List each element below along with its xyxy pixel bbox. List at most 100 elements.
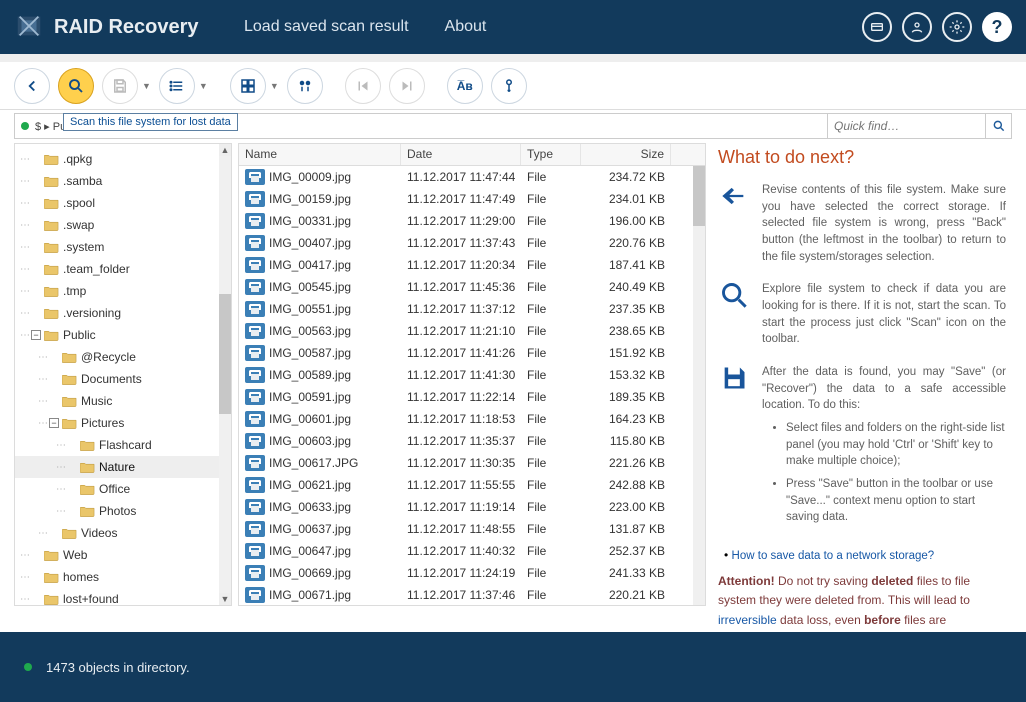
tree-item[interactable]: ⋯.swap (15, 214, 231, 236)
find-button[interactable] (287, 68, 323, 104)
tree-item[interactable]: ⋯.versioning (15, 302, 231, 324)
tree-item[interactable]: ⋯homes (15, 566, 231, 588)
tree-item-label: .swap (63, 218, 94, 232)
file-type: File (521, 192, 581, 206)
folder-icon (62, 417, 77, 429)
file-row[interactable]: IMG_00417.jpg11.12.2017 11:20:34File187.… (239, 254, 705, 276)
header-icon-help[interactable]: ? (982, 12, 1012, 42)
file-row[interactable]: IMG_00407.jpg11.12.2017 11:37:43File220.… (239, 232, 705, 254)
menu-about[interactable]: About (445, 18, 487, 36)
header-icon-license[interactable] (862, 12, 892, 42)
file-row[interactable]: IMG_00633.jpg11.12.2017 11:19:14File223.… (239, 496, 705, 518)
filelist-scroll-thumb[interactable] (693, 166, 705, 226)
folder-icon (44, 307, 59, 319)
tree-item-label: Documents (81, 372, 142, 386)
tree-item[interactable]: ⋯.tmp (15, 280, 231, 302)
file-row[interactable]: IMG_00591.jpg11.12.2017 11:22:14File189.… (239, 386, 705, 408)
file-row[interactable]: IMG_00589.jpg11.12.2017 11:41:30File153.… (239, 364, 705, 386)
tree-item[interactable]: ⋯Web (15, 544, 231, 566)
tree-item[interactable]: ⋯.spool (15, 192, 231, 214)
tree-scroll-thumb[interactable] (219, 294, 231, 414)
encoding-button[interactable]: A̅ʙ (447, 68, 483, 104)
file-row[interactable]: IMG_00669.jpg11.12.2017 11:24:19File241.… (239, 562, 705, 584)
tree-item[interactable]: ⋯Nature (15, 456, 231, 478)
file-date: 11.12.2017 11:47:44 (401, 170, 521, 184)
tree-scrollbar[interactable]: ▲ ▼ (219, 144, 231, 605)
file-row[interactable]: IMG_00671.jpg11.12.2017 11:37:46File220.… (239, 584, 705, 605)
file-row[interactable]: IMG_00617.JPG11.12.2017 11:30:35File221.… (239, 452, 705, 474)
image-file-icon (245, 235, 265, 251)
menu-load-result[interactable]: Load saved scan result (244, 18, 409, 36)
tree-item[interactable]: ⋯Office (15, 478, 231, 500)
list-mode-button[interactable] (159, 68, 195, 104)
file-name: IMG_00601.jpg (269, 412, 401, 426)
file-name: IMG_00603.jpg (269, 434, 401, 448)
file-name: IMG_00633.jpg (269, 500, 401, 514)
col-header-name[interactable]: Name (239, 144, 401, 165)
tree-item[interactable]: ⋯Videos (15, 522, 231, 544)
list-mode-dropdown-icon[interactable]: ▼ (199, 81, 208, 91)
header-icon-user[interactable] (902, 12, 932, 42)
quick-find-input[interactable] (834, 119, 979, 133)
file-row[interactable]: IMG_00647.jpg11.12.2017 11:40:32File252.… (239, 540, 705, 562)
help-panel: What to do next? Revise contents of this… (712, 143, 1012, 606)
tree-item-label: Nature (99, 460, 135, 474)
file-row[interactable]: IMG_00545.jpg11.12.2017 11:45:36File240.… (239, 276, 705, 298)
file-list-header: Name Date Type Size (239, 144, 705, 166)
filter-button[interactable] (491, 68, 527, 104)
tree-item[interactable]: ⋯−Public (15, 324, 231, 346)
tree-item[interactable]: ⋯Flashcard (15, 434, 231, 456)
save-icon (718, 364, 750, 396)
file-row[interactable]: IMG_00587.jpg11.12.2017 11:41:26File151.… (239, 342, 705, 364)
tree-item[interactable]: ⋯−Pictures (15, 412, 231, 434)
tree-item[interactable]: ⋯Documents (15, 368, 231, 390)
file-type: File (521, 544, 581, 558)
file-date: 11.12.2017 11:35:37 (401, 434, 521, 448)
tree-item[interactable]: ⋯@Recycle (15, 346, 231, 368)
folder-icon (62, 373, 77, 385)
file-row[interactable]: IMG_00551.jpg11.12.2017 11:37:12File237.… (239, 298, 705, 320)
save-dropdown-icon[interactable]: ▼ (142, 81, 151, 91)
col-header-type[interactable]: Type (521, 144, 581, 165)
folder-icon (44, 197, 59, 209)
file-size: 220.76 KB (581, 236, 671, 250)
col-header-date[interactable]: Date (401, 144, 521, 165)
file-row[interactable]: IMG_00009.jpg11.12.2017 11:47:44File234.… (239, 166, 705, 188)
file-date: 11.12.2017 11:37:46 (401, 588, 521, 602)
image-file-icon (245, 345, 265, 361)
file-date: 11.12.2017 11:41:30 (401, 368, 521, 382)
tree-item[interactable]: ⋯Photos (15, 500, 231, 522)
help-link[interactable]: How to save data to a network storage? (732, 550, 935, 562)
tree-scroll-down-icon[interactable]: ▼ (219, 593, 231, 605)
tree-item[interactable]: ⋯lost+found (15, 588, 231, 606)
grid-view-button[interactable] (230, 68, 266, 104)
file-row[interactable]: IMG_00563.jpg11.12.2017 11:21:10File238.… (239, 320, 705, 342)
tree-item[interactable]: ⋯.system (15, 236, 231, 258)
tree-item[interactable]: ⋯.team_folder (15, 258, 231, 280)
file-row[interactable]: IMG_00159.jpg11.12.2017 11:47:49File234.… (239, 188, 705, 210)
tree-item[interactable]: ⋯.qpkg (15, 148, 231, 170)
scan-button[interactable] (58, 68, 94, 104)
tree-item-label: .versioning (63, 306, 121, 320)
tree-scroll-up-icon[interactable]: ▲ (219, 144, 231, 156)
tree-item[interactable]: ⋯Music (15, 390, 231, 412)
filelist-scrollbar[interactable] (693, 166, 705, 605)
file-row[interactable]: IMG_00621.jpg11.12.2017 11:55:55File242.… (239, 474, 705, 496)
file-size: 189.35 KB (581, 390, 671, 404)
file-row[interactable]: IMG_00601.jpg11.12.2017 11:18:53File164.… (239, 408, 705, 430)
back-button[interactable] (14, 68, 50, 104)
folder-icon (44, 175, 59, 187)
file-row[interactable]: IMG_00603.jpg11.12.2017 11:35:37File115.… (239, 430, 705, 452)
grid-view-dropdown-icon[interactable]: ▼ (270, 81, 279, 91)
col-header-size[interactable]: Size (581, 144, 671, 165)
image-file-icon (245, 169, 265, 185)
next-button[interactable] (389, 68, 425, 104)
prev-button[interactable] (345, 68, 381, 104)
header-icon-settings[interactable] (942, 12, 972, 42)
file-row[interactable]: IMG_00331.jpg11.12.2017 11:29:00File196.… (239, 210, 705, 232)
quick-find-button[interactable] (985, 114, 1011, 138)
file-row[interactable]: IMG_00637.jpg11.12.2017 11:48:55File131.… (239, 518, 705, 540)
file-name: IMG_00563.jpg (269, 324, 401, 338)
tree-item[interactable]: ⋯.samba (15, 170, 231, 192)
save-button[interactable] (102, 68, 138, 104)
